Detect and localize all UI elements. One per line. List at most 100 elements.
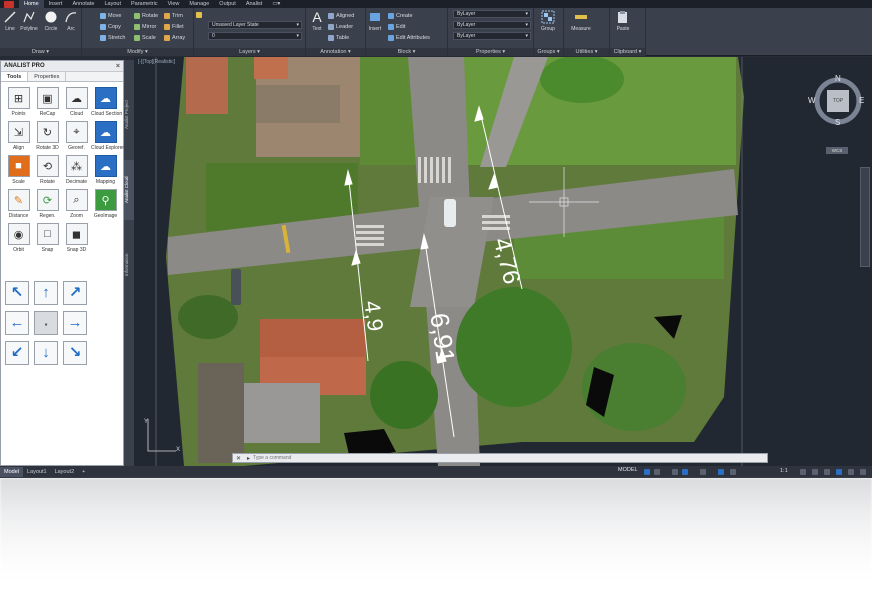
stretch-button[interactable]: Stretch <box>100 33 125 42</box>
lineweight-icon[interactable] <box>730 469 736 475</box>
trim-button[interactable]: Trim <box>164 11 183 20</box>
side-tab-information[interactable]: Information <box>124 235 134 295</box>
move-up-left-button[interactable]: ↖ <box>5 281 29 305</box>
tool-align[interactable]: ⇲ Align <box>4 121 33 153</box>
tool-cloud-section[interactable]: ☁ Cloud Section <box>91 87 122 119</box>
tab-annotate[interactable]: Annotate <box>67 0 99 8</box>
ortho-icon[interactable] <box>672 469 678 475</box>
aligned-dimension-button[interactable]: Aligned <box>328 11 354 20</box>
panel-title-groups[interactable]: Groups ▾ <box>534 48 563 56</box>
hardware-acceleration-icon[interactable] <box>848 469 854 475</box>
ribbon-toggle-icon[interactable]: ▭▾ <box>267 0 285 8</box>
tool-scale[interactable]: ■ Scale <box>4 155 33 187</box>
panel-title-layers[interactable]: Layers ▾ <box>194 48 305 56</box>
tool-rotate[interactable]: ⟲ Rotate <box>33 155 62 187</box>
layer-properties-icon[interactable] <box>196 10 204 19</box>
side-tab-analist-cloud[interactable]: Analist Cloud <box>124 160 134 220</box>
polyline-button[interactable]: Polyline <box>20 10 38 32</box>
color-combo[interactable]: ByLayer <box>453 10 531 18</box>
tool-snap[interactable]: □ Snap <box>33 223 62 255</box>
insert-button[interactable]: Insert <box>366 10 384 32</box>
tool-mapping[interactable]: ☁ Mapping <box>91 155 120 187</box>
move-down-left-button[interactable]: ↙ <box>5 341 29 365</box>
paste-button[interactable]: Paste <box>614 10 632 32</box>
command-line[interactable]: ✕ ▸ <box>232 453 768 463</box>
command-close-icon[interactable]: ✕ <box>233 455 244 462</box>
grid-icon[interactable] <box>644 469 650 475</box>
compass-north[interactable]: N <box>835 74 841 83</box>
fillet-button[interactable]: Fillet <box>164 22 184 31</box>
model-space-toggle[interactable]: MODEL <box>618 467 638 473</box>
move-down-button[interactable]: ↓ <box>34 341 58 365</box>
wcs-menu[interactable]: WCS <box>826 147 848 154</box>
move-down-right-button[interactable]: ↘ <box>63 341 87 365</box>
tab-model[interactable]: Model <box>0 467 23 477</box>
customization-menu-icon[interactable] <box>860 469 866 475</box>
tab-properties[interactable]: Properties <box>28 72 67 81</box>
array-button[interactable]: Array <box>164 33 185 42</box>
edit-block-button[interactable]: Edit <box>388 22 405 31</box>
tab-output[interactable]: Output <box>214 0 241 8</box>
text-button[interactable]: A Text <box>308 10 326 32</box>
tool-cloud-explorer[interactable]: ☁ Cloud Explorer <box>91 121 124 153</box>
tab-insert[interactable]: Insert <box>44 0 68 8</box>
tab-view[interactable]: View <box>163 0 185 8</box>
edit-attributes-button[interactable]: Edit Attributes <box>388 33 430 42</box>
tab-layout2[interactable]: Layout2 <box>51 467 79 477</box>
tab-tools[interactable]: Tools <box>1 72 29 81</box>
osnap-icon[interactable] <box>700 469 706 475</box>
isolate-objects-icon[interactable] <box>836 469 842 475</box>
close-icon[interactable]: × <box>116 61 120 72</box>
tab-parametric[interactable]: Parametric <box>126 0 163 8</box>
panel-title-utilities[interactable]: Utilities ▾ <box>564 48 609 56</box>
move-button[interactable]: Move <box>100 11 121 20</box>
viewport-controls-label[interactable]: [-][Top][Realistic] <box>138 59 175 65</box>
tool-orbit[interactable]: ◉ Orbit <box>4 223 33 255</box>
tab-manage[interactable]: Manage <box>184 0 214 8</box>
panel-title-annotation[interactable]: Annotation ▾ <box>306 48 365 56</box>
workspace-gear-icon[interactable] <box>800 469 806 475</box>
linetype-combo[interactable]: ByLayer <box>453 21 531 29</box>
move-right-button[interactable]: → <box>63 311 87 335</box>
tool-zoom[interactable]: ⌕ Zoom <box>62 189 91 221</box>
otrack-icon[interactable] <box>718 469 724 475</box>
annotation-scale[interactable]: 1:1 <box>780 468 788 474</box>
navigation-bar[interactable] <box>860 167 870 267</box>
viewcube-top-face[interactable]: TOP <box>827 90 849 112</box>
tab-layout[interactable]: Layout <box>99 0 126 8</box>
add-layout-button[interactable]: + <box>78 467 89 477</box>
rotate-button[interactable]: Rotate <box>134 11 158 20</box>
drawing-viewport[interactable]: 4,76 4,9 6,91 [-][Top][Realistic] TOP N … <box>134 57 872 466</box>
polar-icon[interactable] <box>682 469 688 475</box>
panel-title-clipboard[interactable]: Clipboard ▾ <box>610 48 645 56</box>
copy-button[interactable]: Copy <box>100 22 121 31</box>
layer-state-combo[interactable]: Unsaved Layer State <box>208 21 302 29</box>
tool-geoimage[interactable]: ⚲ GeoImage <box>91 189 120 221</box>
create-block-button[interactable]: Create <box>388 11 413 20</box>
annotation-monitor-icon[interactable] <box>812 469 818 475</box>
tool-recap[interactable]: ▣ ReCap <box>33 87 62 119</box>
circle-button[interactable]: Circle <box>42 10 60 32</box>
panel-title-block[interactable]: Block ▾ <box>366 48 447 56</box>
snap-mode-icon[interactable] <box>654 469 660 475</box>
tool-rotate-3d[interactable]: ↻ Rotate 3D <box>33 121 62 153</box>
tab-analist[interactable]: Analist <box>241 0 268 8</box>
tab-layout1[interactable]: Layout1 <box>23 467 51 477</box>
line-button[interactable]: Line <box>1 10 19 32</box>
viewcube[interactable]: TOP N S E W WCS <box>808 74 864 154</box>
table-button[interactable]: Table <box>328 33 349 42</box>
tool-regen[interactable]: ⟳ Regen. <box>33 189 62 221</box>
panel-title-properties[interactable]: Properties ▾ <box>448 48 533 56</box>
panel-title-modify[interactable]: Modify ▾ <box>82 48 193 56</box>
compass-south[interactable]: S <box>835 118 840 127</box>
compass-west[interactable]: W <box>808 96 816 105</box>
compass-east[interactable]: E <box>859 96 864 105</box>
move-left-button[interactable]: ← <box>5 311 29 335</box>
tool-cloud[interactable]: ☁ Cloud <box>62 87 91 119</box>
scale-button[interactable]: Scale <box>134 33 156 42</box>
measure-button[interactable]: Measure <box>570 10 592 32</box>
arc-button[interactable]: Arc <box>62 10 80 32</box>
tool-decimate[interactable]: ⁂ Decimate <box>62 155 91 187</box>
application-menu-button[interactable] <box>4 0 14 8</box>
mirror-button[interactable]: Mirror <box>134 22 156 31</box>
